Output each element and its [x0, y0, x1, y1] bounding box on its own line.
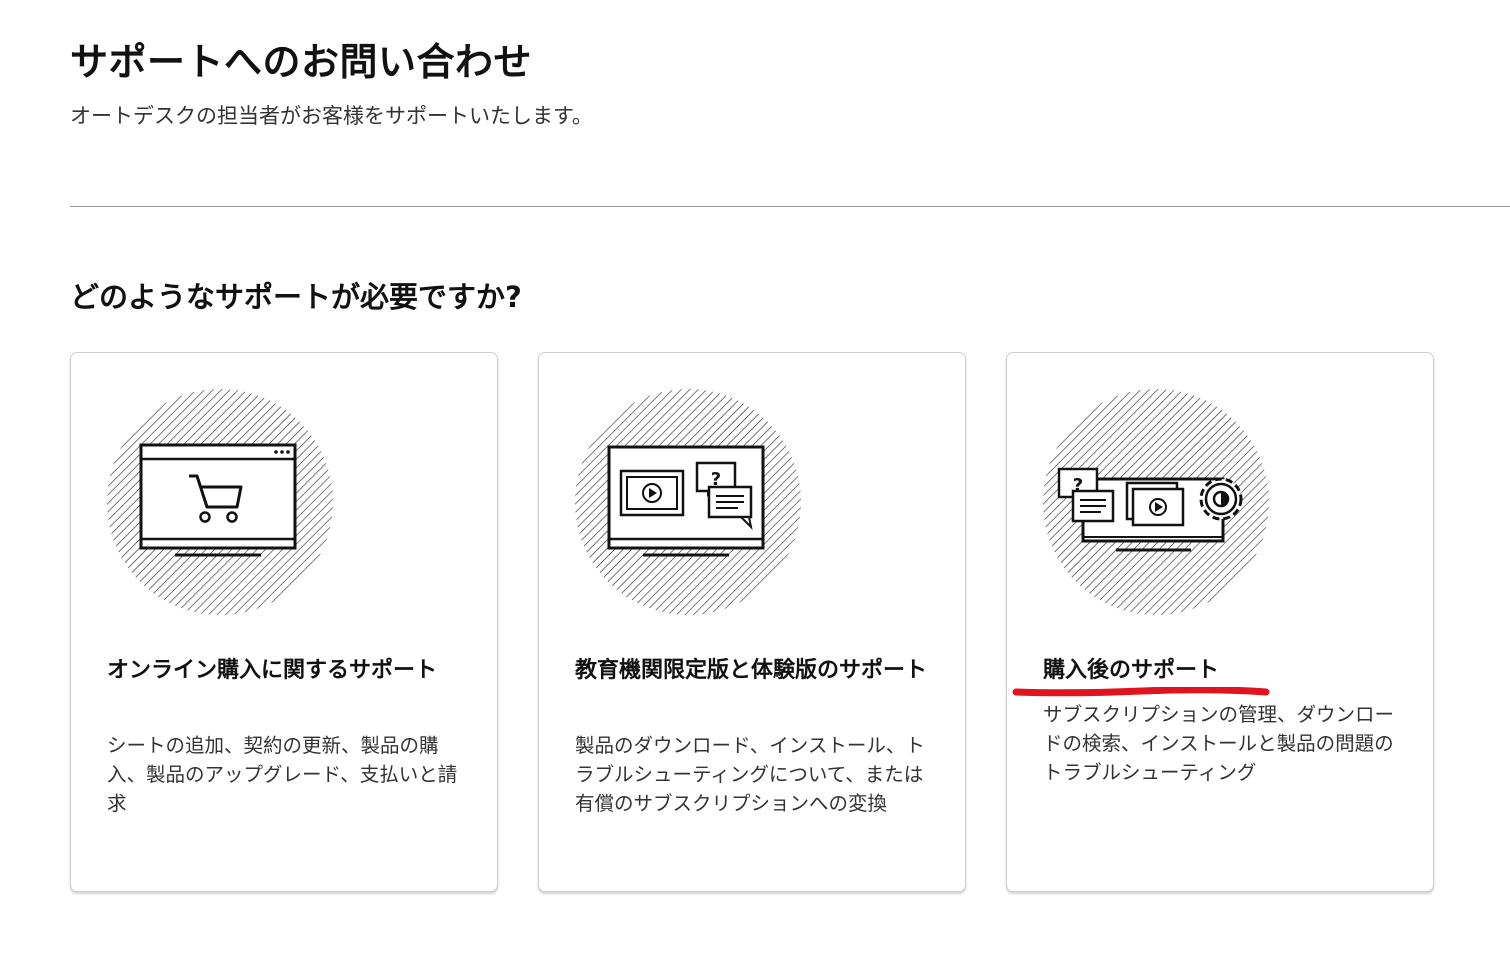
- card-online-purchase-support[interactable]: オンライン購入に関するサポート シートの追加、契約の更新、製品の購入、製品のアッ…: [70, 352, 498, 892]
- card-title: 購入後のサポート: [1043, 658, 1220, 683]
- card-description: 製品のダウンロード、インストール、トラブルシューティングについて、または有償のサ…: [575, 734, 925, 815]
- page-subtitle: オートデスクの担当者がお客様をサポートいたします。: [70, 104, 593, 128]
- card-description: サブスクリプションの管理、ダウンロードの検索、インストールと製品の問題のトラブル…: [1043, 703, 1395, 784]
- shopping-cart-monitor-icon: [107, 389, 333, 615]
- red-underline-annotation: [1012, 687, 1270, 697]
- card-title: 教育機関限定版と体験版のサポート: [575, 658, 928, 683]
- card-description: シートの追加、契約の更新、製品の購入、製品のアップグレード、支払いと請求: [107, 734, 458, 815]
- card-education-trial-support[interactable]: ? 教育機関限定版と体験版のサポート 製品のダウンロード、インストール、トラブル…: [538, 352, 966, 892]
- video-chat-monitor-icon: ?: [575, 389, 801, 615]
- settings-video-chat-monitor-icon: ?: [1043, 389, 1269, 615]
- section-title: どのようなサポートが必要ですか?: [70, 280, 522, 314]
- card-title: オンライン購入に関するサポート: [107, 658, 438, 683]
- card-post-purchase-support[interactable]: ? 購入後のサポート サブスクリプションの管理、ダウンロードの検索、インストール…: [1006, 352, 1434, 892]
- header-divider: [70, 206, 1510, 207]
- page-title: サポートへのお問い合わせ: [70, 40, 533, 84]
